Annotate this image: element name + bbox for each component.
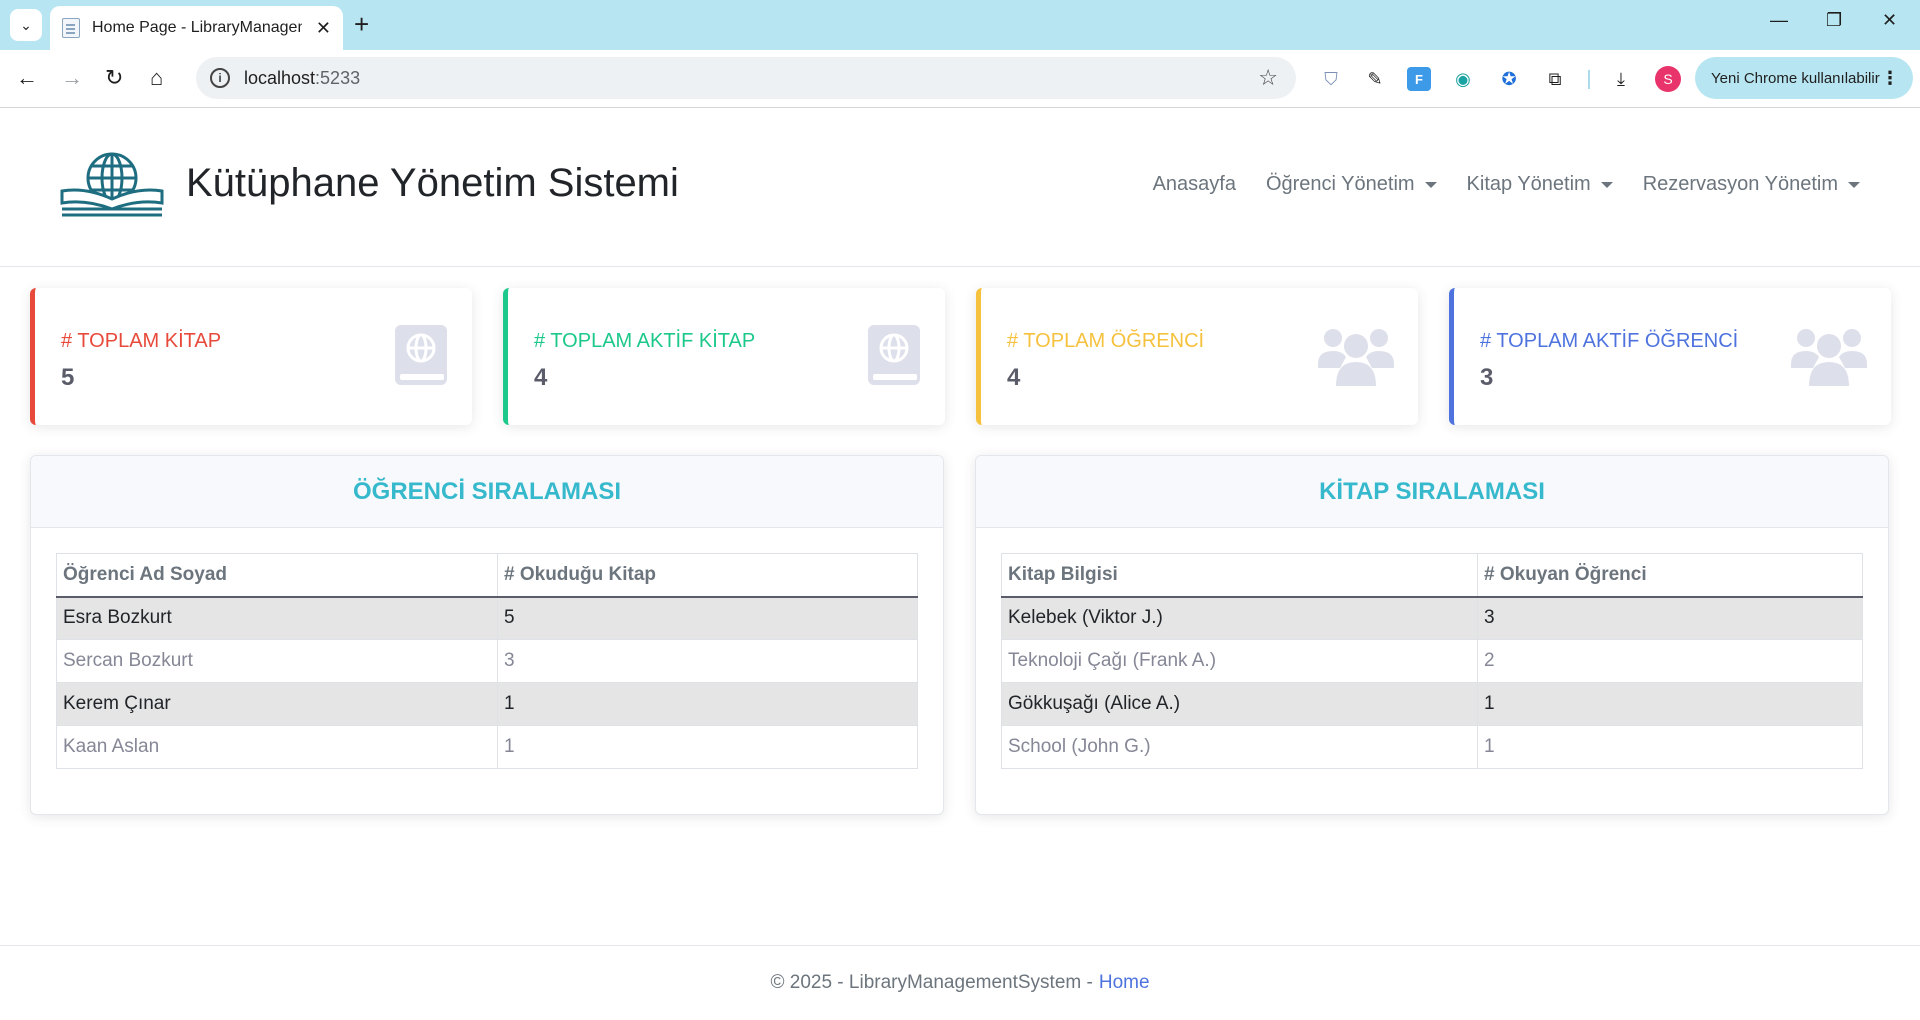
stat-card-active-books: # TOPLAM AKTİF KİTAP 4 (503, 288, 945, 425)
column-header: Kitap Bilgisi (1001, 553, 1478, 598)
footer-copyright: © 2025 - LibraryManagementSystem - (770, 972, 1093, 993)
table-row: Kelebek (Viktor J.) 3 (1001, 596, 1863, 640)
close-window-icon[interactable]: ✕ (1882, 10, 1897, 31)
url-text: localhost:5233 (244, 67, 361, 88)
table-cell: 1 (497, 682, 918, 726)
extensions-puzzle-icon[interactable]: ⧉ (1543, 67, 1567, 91)
stat-label: # TOPLAM KİTAP (61, 330, 222, 352)
book-ranking-panel: KİTAP SIRALAMASI Kitap Bilgisi # Okuyan … (975, 455, 1889, 815)
caret-down-icon (1600, 181, 1613, 188)
minimize-icon[interactable]: — (1770, 10, 1788, 31)
table-cell: 3 (497, 639, 918, 683)
table-row: Teknoloji Çağı (Frank A.) 2 (1001, 639, 1863, 683)
tab-search-button[interactable]: ⌄ (10, 9, 42, 41)
table-row: Sercan Bozkurt 3 (56, 639, 918, 683)
site-header: Kütüphane Yönetim Sistemi Anasayfa Öğren… (0, 109, 1920, 267)
table-row: Kerem Çınar 1 (56, 682, 918, 726)
student-ranking-panel: ÖĞRENCİ SIRALAMASI Öğrenci Ad Soyad # Ok… (30, 455, 944, 815)
table-row: School (John G.) 1 (1001, 725, 1863, 769)
new-tab-button[interactable]: + (354, 10, 369, 38)
table-cell: School (John G.) (1001, 725, 1478, 769)
site-info-icon[interactable]: i (210, 68, 230, 88)
footer-home-link[interactable]: Home (1099, 972, 1150, 994)
more-menu-icon[interactable]: ⋮ (1881, 68, 1899, 89)
table-cell: 5 (497, 596, 918, 640)
page-favicon-icon (62, 18, 80, 38)
main-nav: Anasayfa Öğrenci Yönetim Kitap Yönetim R… (1153, 173, 1860, 196)
nav-home-link[interactable]: Anasayfa (1153, 173, 1236, 196)
restore-window-icon[interactable]: ❐ (1826, 10, 1842, 31)
caret-down-icon (1424, 181, 1437, 188)
stat-card-total-students: # TOPLAM ÖĞRENCİ 4 (976, 288, 1418, 425)
table-cell: Kerem Çınar (56, 682, 498, 726)
table-cell: Teknoloji Çağı (Frank A.) (1001, 639, 1478, 683)
table-row: Kaan Aslan 1 (56, 725, 918, 769)
column-header: # Okuyan Öğrenci (1477, 553, 1863, 598)
browser-tab[interactable]: Home Page - LibraryManagement ✕ (50, 6, 343, 50)
table-cell: 1 (1477, 725, 1863, 769)
bookmark-star-icon[interactable]: ☆ (1258, 65, 1278, 91)
stat-value: 4 (1007, 364, 1021, 391)
book-ranking-title: KİTAP SIRALAMASI (976, 456, 1888, 528)
site-title[interactable]: Kütüphane Yönetim Sistemi (186, 161, 679, 206)
column-header: # Okuduğu Kitap (497, 553, 918, 598)
table-cell: Kelebek (Viktor J.) (1001, 596, 1478, 640)
download-icon[interactable]: ⤓ (1609, 67, 1633, 91)
address-bar[interactable]: i localhost:5233 ☆ (196, 57, 1296, 99)
student-ranking-title: ÖĞRENCİ SIRALAMASI (31, 456, 943, 528)
users-icon (1318, 329, 1394, 386)
table-row: Esra Bozkurt 5 (56, 596, 918, 640)
stat-card-total-books: # TOPLAM KİTAP 5 (30, 288, 472, 425)
stat-value: 5 (61, 364, 75, 391)
network-extension-icon[interactable]: ✪ (1497, 67, 1521, 91)
browser-toolbar: ← → ↻ ⌂ i localhost:5233 ☆ ⛉ ✎ F ◉ ✪ ⧉ |… (0, 50, 1920, 108)
profile-avatar[interactable]: S (1655, 66, 1681, 92)
table-header-row: Kitap Bilgisi # Okuyan Öğrenci (1001, 553, 1863, 598)
library-logo-icon (60, 152, 164, 217)
table-cell: Sercan Bozkurt (56, 639, 498, 683)
site-footer: © 2025 - LibraryManagementSystem - Home (0, 945, 1920, 1020)
stat-label: # TOPLAM AKTİF ÖĞRENCİ (1480, 330, 1739, 352)
translate-extension-icon[interactable]: F (1407, 67, 1431, 91)
nav-reservation-dropdown[interactable]: Rezervasyon Yönetim (1643, 173, 1860, 196)
forward-arrow-icon[interactable]: → (61, 65, 83, 91)
table-cell: 1 (1477, 682, 1863, 726)
chrome-update-label: Yeni Chrome kullanılabilir (1711, 69, 1880, 87)
table-cell: Kaan Aslan (56, 725, 498, 769)
stat-label: # TOPLAM AKTİF KİTAP (534, 330, 756, 352)
column-header: Öğrenci Ad Soyad (56, 553, 498, 598)
chrome-update-button[interactable]: Yeni Chrome kullanılabilir ⋮ (1695, 57, 1913, 99)
table-header-row: Öğrenci Ad Soyad # Okuduğu Kitap (56, 553, 918, 598)
book-globe-icon (395, 325, 447, 385)
camera-extension-icon[interactable]: ◉ (1451, 67, 1475, 91)
stat-label: # TOPLAM ÖĞRENCİ (1007, 330, 1205, 352)
stat-card-active-students: # TOPLAM AKTİF ÖĞRENCİ 3 (1449, 288, 1891, 425)
stat-value: 3 (1480, 364, 1494, 391)
browser-tab-bar: ⌄ Home Page - LibraryManagement ✕ + — ❐ … (0, 0, 1920, 50)
table-cell: 2 (1477, 639, 1863, 683)
eyedropper-extension-icon[interactable]: ✎ (1363, 67, 1387, 91)
toolbar-divider: | (1586, 67, 1592, 90)
table-cell: Esra Bozkurt (56, 596, 498, 640)
reload-icon[interactable]: ↻ (105, 65, 123, 91)
table-cell: 1 (497, 725, 918, 769)
home-icon[interactable]: ⌂ (150, 65, 163, 91)
users-icon (1791, 329, 1867, 386)
close-tab-icon[interactable]: ✕ (316, 18, 331, 39)
student-ranking-table: Öğrenci Ad Soyad # Okuduğu Kitap Esra Bo… (56, 553, 918, 769)
nav-book-dropdown[interactable]: Kitap Yönetim (1467, 173, 1613, 196)
nav-student-dropdown[interactable]: Öğrenci Yönetim (1266, 173, 1437, 196)
caret-down-icon (1848, 181, 1860, 188)
book-ranking-table: Kitap Bilgisi # Okuyan Öğrenci Kelebek (… (1001, 553, 1863, 769)
tab-title: Home Page - LibraryManagement (92, 19, 302, 36)
back-arrow-icon[interactable]: ← (16, 65, 38, 91)
stat-value: 4 (534, 364, 548, 391)
table-cell: 3 (1477, 596, 1863, 640)
shield-extension-icon[interactable]: ⛉ (1319, 67, 1343, 91)
table-cell: Gökkuşağı (Alice A.) (1001, 682, 1478, 726)
table-row: Gökkuşağı (Alice A.) 1 (1001, 682, 1863, 726)
chevron-down-icon: ⌄ (20, 16, 32, 33)
book-globe-icon (868, 325, 920, 385)
